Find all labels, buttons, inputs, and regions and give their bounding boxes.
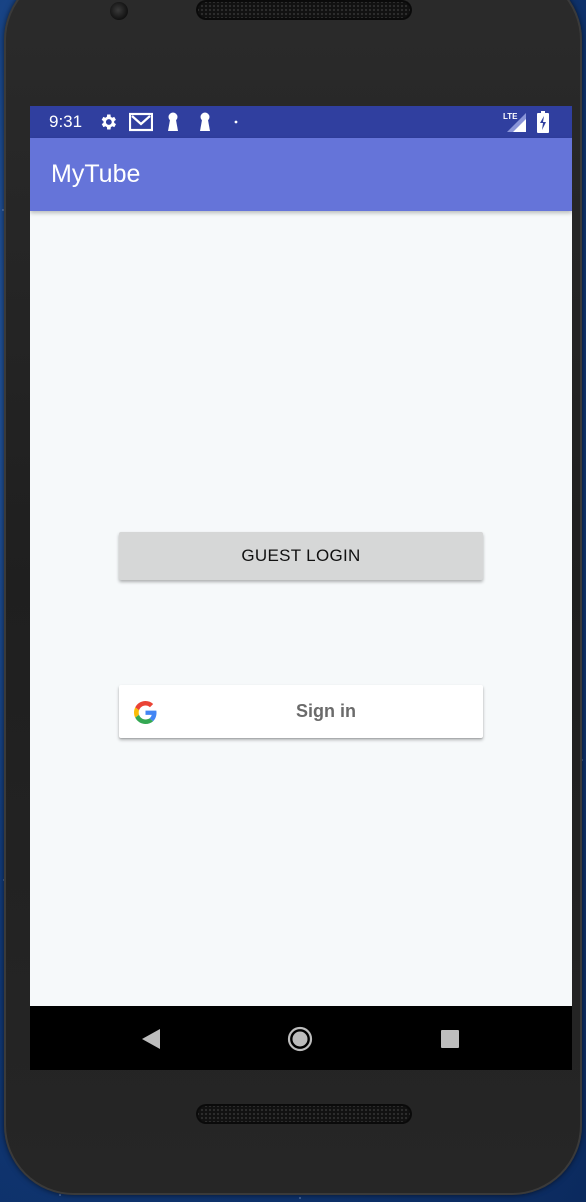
status-time: 9:31: [49, 112, 83, 131]
device-screen: 9:31 LTE MyTube GUEST LOGIN Sign in: [30, 106, 572, 1070]
app-bar: MyTube: [30, 138, 572, 211]
guest-login-button[interactable]: GUEST LOGIN: [119, 532, 483, 580]
google-sign-in-label: Sign in: [296, 701, 356, 721]
back-icon[interactable]: [134, 1022, 168, 1056]
keyhole-icon: [195, 112, 215, 132]
front-camera: [110, 2, 128, 20]
gear-icon: [98, 112, 118, 132]
bottom-speaker-grille: [196, 1104, 412, 1124]
gmail-icon: [129, 112, 153, 132]
top-speaker-grille: [196, 0, 412, 20]
dot-icon: [226, 112, 246, 132]
status-bar: 9:31 LTE: [30, 106, 572, 138]
keyhole-icon: [163, 112, 183, 132]
recents-icon[interactable]: [433, 1022, 467, 1056]
google-sign-in-button[interactable]: Sign in: [119, 685, 483, 738]
navigation-bar: [30, 1006, 572, 1070]
battery-charging-icon: [536, 111, 550, 133]
network-label: LTE: [503, 112, 518, 121]
lte-signal-icon: LTE: [502, 112, 528, 132]
app-title: MyTube: [51, 160, 141, 188]
home-icon[interactable]: [283, 1022, 317, 1056]
